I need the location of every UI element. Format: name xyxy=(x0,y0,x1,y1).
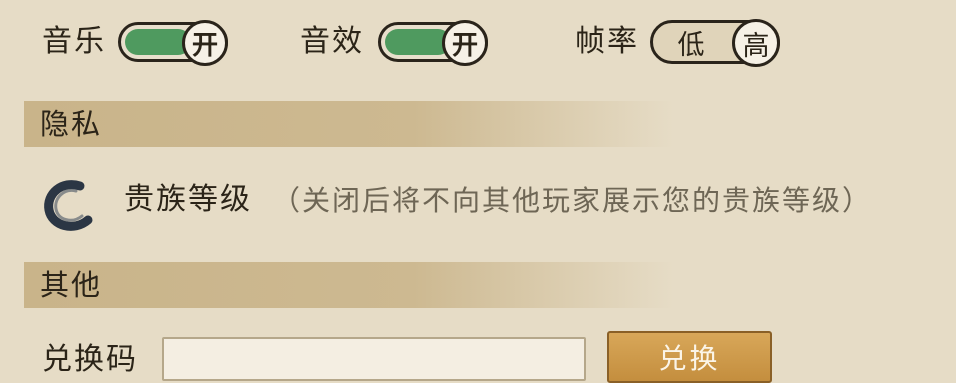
redeem-code-input[interactable] xyxy=(162,337,586,381)
framerate-high-option[interactable]: 高 xyxy=(732,19,780,67)
sfx-label: 音效 xyxy=(300,24,364,59)
noble-level-note: （关闭后将不向其他玩家展示您的贵族等级） xyxy=(272,184,873,217)
framerate-low-option[interactable]: 低 xyxy=(663,23,719,61)
redeem-button[interactable]: 兑换 xyxy=(607,331,772,383)
sfx-toggle[interactable]: 开 xyxy=(378,20,488,66)
privacy-section-header: 隐私 xyxy=(24,101,674,147)
noble-level-label: 贵族等级 xyxy=(124,182,252,217)
redeem-code-label: 兑换码 xyxy=(42,342,138,377)
music-toggle-knob: 开 xyxy=(182,20,228,66)
other-section-header: 其他 xyxy=(24,262,674,308)
framerate-selector[interactable]: 低 高 xyxy=(650,19,780,67)
noble-level-toggle-icon[interactable] xyxy=(40,176,96,232)
music-toggle[interactable]: 开 xyxy=(118,20,228,66)
sfx-toggle-knob: 开 xyxy=(442,20,488,66)
music-label: 音乐 xyxy=(42,24,106,59)
framerate-label: 帧率 xyxy=(575,24,639,59)
